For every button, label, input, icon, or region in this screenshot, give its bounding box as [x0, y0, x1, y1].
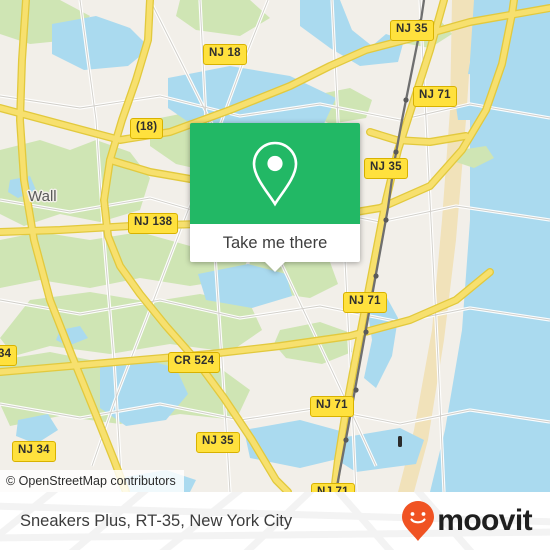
road-shield-nj71[interactable]: NJ 71	[413, 86, 457, 107]
take-me-there-label: Take me there	[222, 233, 328, 252]
place-label-wall: Wall	[28, 188, 57, 205]
road-shield-nj34[interactable]: NJ 34	[12, 441, 56, 462]
page-title: Sneakers Plus, RT-35, New York City	[20, 511, 293, 530]
location-popup[interactable]: Take me there	[190, 123, 360, 272]
moovit-logo[interactable]: moovit	[401, 492, 533, 550]
road-shield-nj138[interactable]: NJ 138	[128, 213, 179, 234]
road-shield-nj71-3[interactable]: NJ 71	[310, 396, 354, 417]
popup-image-area	[190, 123, 360, 224]
road-shield-cr524[interactable]: CR 524	[168, 352, 221, 373]
road-shield-nj35-2[interactable]: NJ 35	[364, 158, 408, 179]
popup-pointer-tail	[264, 261, 286, 272]
moovit-wordmark: moovit	[437, 504, 532, 537]
take-me-there-button[interactable]: Take me there	[190, 224, 360, 272]
road-shield-nj35-3[interactable]: NJ 35	[196, 432, 240, 453]
footer-bar: Sneakers Plus, RT-35, New York City moov…	[0, 492, 550, 550]
road-shield-nj71-2[interactable]: NJ 71	[343, 292, 387, 313]
map-attribution[interactable]: © OpenStreetMap contributors	[0, 469, 184, 492]
map-canvas[interactable]: Wall NJ 18 NJ 35 NJ 71 (18) NJ 35 NJ 138…	[0, 0, 550, 492]
map-pin-icon	[252, 141, 298, 207]
road-shield-nj71-4[interactable]: NJ 71	[311, 483, 355, 492]
screenshot-root: Wall NJ 18 NJ 35 NJ 71 (18) NJ 35 NJ 138…	[0, 0, 550, 550]
road-shield-18[interactable]: (18)	[130, 118, 164, 139]
road-shield-34[interactable]: 34	[0, 345, 18, 366]
road-shield-nj18[interactable]: NJ 18	[203, 44, 247, 65]
road-shield-nj35[interactable]: NJ 35	[390, 20, 434, 41]
moovit-pin-icon	[402, 501, 435, 541]
